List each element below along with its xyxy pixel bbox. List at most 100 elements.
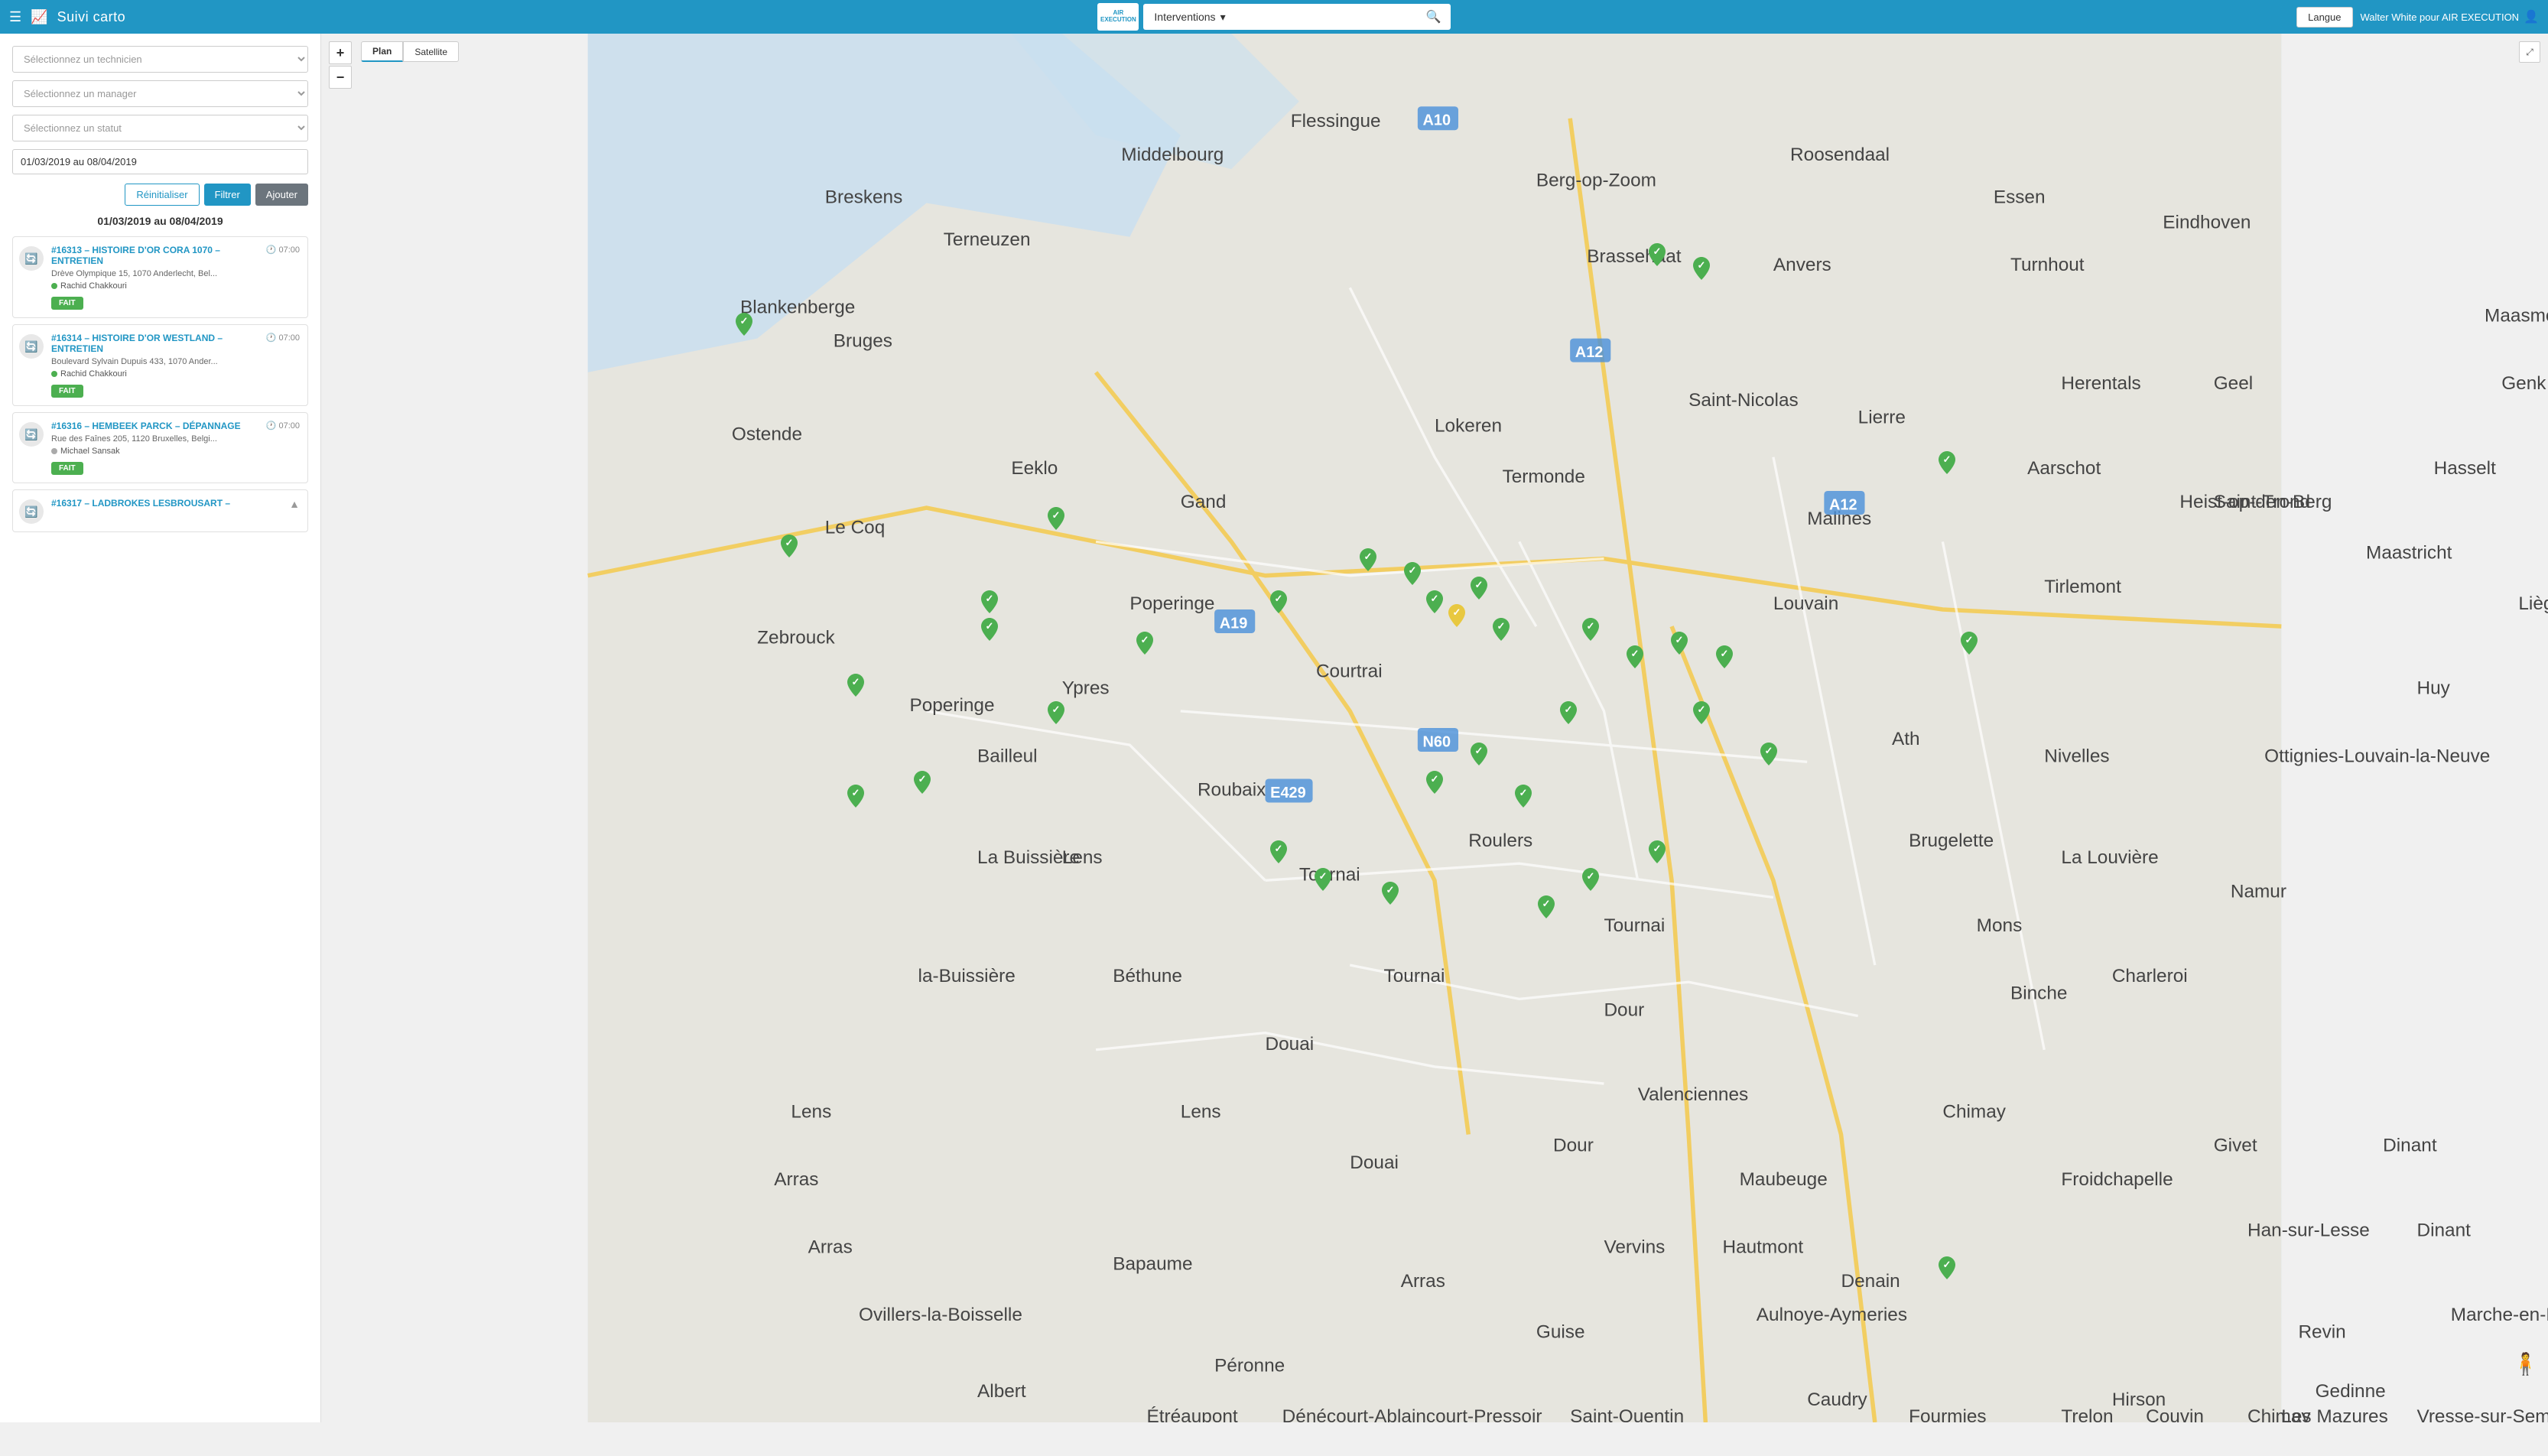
zoom-in-button[interactable]: +	[329, 41, 352, 64]
add-button[interactable]: Ajouter	[255, 184, 308, 206]
svg-text:Blankenberge: Blankenberge	[740, 297, 855, 317]
filter-button[interactable]: Filtrer	[204, 184, 251, 206]
map-pin[interactable]: ✓	[1426, 590, 1443, 617]
map-pin[interactable]: ✓	[1515, 785, 1532, 811]
map-pin[interactable]: ✓	[1961, 632, 1978, 658]
card-body: #16314 – HISTOIRE D'OR WESTLAND – ENTRET…	[51, 333, 300, 398]
svg-text:Tirlemont: Tirlemont	[2044, 577, 2121, 597]
map-pin[interactable]: ✓	[1136, 632, 1153, 658]
svg-text:Binche: Binche	[2010, 983, 2067, 1003]
svg-text:Lokeren: Lokeren	[1435, 415, 1502, 436]
table-row[interactable]: 🔄 #16316 – HEMBEEK PARCK – DÉPANNAGE 🕐 0…	[12, 412, 308, 483]
map-pin[interactable]: ✓	[1671, 632, 1688, 658]
user-icon: 👤	[2524, 9, 2539, 24]
svg-text:Middelbourg: Middelbourg	[1121, 145, 1224, 165]
map-pin[interactable]: ✓	[1939, 1256, 1955, 1283]
chart-icon[interactable]: 📈	[31, 9, 47, 25]
map-pin[interactable]: ✓	[847, 674, 864, 700]
svg-text:Han-sur-Lesse: Han-sur-Lesse	[2247, 1220, 2370, 1240]
hamburger-icon[interactable]: ☰	[9, 9, 21, 25]
table-row[interactable]: 🔄 #16317 – LADBROKES LESBROUSART – ▲	[12, 489, 308, 532]
map-pin[interactable]: ✓	[1693, 701, 1710, 728]
svg-text:Saint-Quentin: Saint-Quentin	[1570, 1406, 1684, 1422]
svg-text:la-Buissière: la-Buissière	[918, 966, 1016, 986]
svg-text:Lierre: Lierre	[1858, 407, 1906, 427]
map-pin[interactable]: ✓	[1048, 701, 1064, 728]
user-info: Walter White pour AIR EXECUTION 👤	[2361, 9, 2540, 24]
map-pin[interactable]: ✓	[1716, 645, 1733, 672]
map-pin[interactable]: ✓	[981, 590, 998, 617]
map-pin[interactable]: ✓	[1560, 701, 1577, 728]
map-pin[interactable]: ✓	[1493, 618, 1510, 645]
map-pin[interactable]: ✓	[1471, 577, 1487, 603]
svg-text:Dinant: Dinant	[2416, 1220, 2471, 1240]
map-pin[interactable]: ✓	[1404, 562, 1421, 589]
svg-text:✓: ✓	[1052, 509, 1061, 521]
table-row[interactable]: 🔄 #16313 – HISTOIRE D'OR CORA 1070 – ENT…	[12, 236, 308, 318]
satellite-view-button[interactable]: Satellite	[403, 41, 459, 62]
map-pin[interactable]: ✓	[981, 618, 998, 645]
svg-text:Berg-op-Zoom: Berg-op-Zoom	[1536, 170, 1656, 190]
card-time: 🕐 07:00	[266, 333, 300, 343]
svg-text:Geel: Geel	[2214, 373, 2253, 394]
manager-select[interactable]: Sélectionnez un manager	[12, 80, 308, 107]
svg-text:Tournai: Tournai	[1384, 966, 1445, 986]
map-pin[interactable]: ✓	[1582, 618, 1599, 645]
sync-icon: 🔄	[19, 422, 44, 447]
map-pin[interactable]: ✓	[736, 313, 752, 340]
card-title: #16317 – LADBROKES LESBROUSART –	[51, 498, 230, 509]
statut-select[interactable]: Sélectionnez un statut	[12, 115, 308, 141]
reinit-button[interactable]: Réinitialiser	[125, 184, 199, 206]
svg-text:Givet: Givet	[2214, 1136, 2257, 1156]
map-pin[interactable]: ✓	[781, 535, 798, 561]
svg-text:Lens: Lens	[1181, 1101, 1221, 1122]
map-pin[interactable]: ✓	[1360, 548, 1376, 575]
map-pin[interactable]: ✓	[1538, 895, 1555, 922]
map-pin[interactable]: ✓	[1649, 840, 1666, 867]
map-pin[interactable]: ✓	[1760, 743, 1777, 769]
map-pin[interactable]: ✓	[1270, 840, 1287, 867]
interventions-dropdown-btn[interactable]: Interventions ▾	[1143, 4, 1236, 30]
card-address: Rue des Faînes 205, 1120 Bruxelles, Belg…	[51, 434, 300, 444]
search-input[interactable]	[1243, 11, 1426, 23]
sync-icon: 🔄	[19, 246, 44, 271]
map-pin[interactable]: ✓	[1382, 882, 1399, 908]
zoom-out-button[interactable]: −	[329, 66, 352, 89]
map-pin[interactable]: ✓	[1315, 868, 1331, 895]
map-pin[interactable]: ✓	[1649, 243, 1666, 270]
map-pin[interactable]: ✓	[1471, 743, 1487, 769]
technician-select[interactable]: Sélectionnez un technicien	[12, 46, 308, 73]
svg-text:Gedinne: Gedinne	[2316, 1381, 2386, 1402]
card-title: #16316 – HEMBEEK PARCK – DÉPANNAGE	[51, 421, 241, 431]
map-pin[interactable]: ✓	[1939, 451, 1955, 478]
map-pin[interactable]: ✓	[914, 771, 931, 798]
svg-text:Liège: Liège	[2518, 593, 2548, 614]
expand-map-button[interactable]: ⤢	[2519, 41, 2540, 63]
map-pin[interactable]: ✓	[847, 785, 864, 811]
map-pin[interactable]: ✓	[1448, 604, 1465, 631]
date-filter-group	[12, 149, 308, 174]
pegman-icon[interactable]: 🧍	[2512, 1351, 2539, 1376]
plan-view-button[interactable]: Plan	[361, 41, 403, 62]
svg-text:✓: ✓	[1431, 773, 1439, 785]
card-title: #16314 – HISTOIRE D'OR WESTLAND – ENTRET…	[51, 333, 266, 354]
card-time: 🕐 07:00	[266, 421, 300, 431]
map-pin[interactable]: ✓	[1270, 590, 1287, 617]
langue-button[interactable]: Langue	[2296, 7, 2352, 28]
svg-text:Lens: Lens	[791, 1101, 831, 1122]
svg-text:✓: ✓	[1542, 898, 1550, 909]
svg-text:✓: ✓	[851, 676, 860, 687]
svg-text:Dour: Dour	[1604, 999, 1644, 1020]
map-pin[interactable]: ✓	[1582, 868, 1599, 895]
map-pin[interactable]: ✓	[1426, 771, 1443, 798]
svg-text:Hirson: Hirson	[2112, 1389, 2166, 1410]
search-button[interactable]: 🔍	[1426, 9, 1441, 24]
svg-text:✓: ✓	[1720, 648, 1728, 659]
map-pin[interactable]: ✓	[1693, 257, 1710, 284]
svg-text:✓: ✓	[1965, 634, 1973, 645]
card-address: Boulevard Sylvain Dupuis 433, 1070 Ander…	[51, 357, 300, 366]
map-pin[interactable]: ✓	[1627, 645, 1643, 672]
date-range-input[interactable]	[12, 149, 308, 174]
table-row[interactable]: 🔄 #16314 – HISTOIRE D'OR WESTLAND – ENTR…	[12, 324, 308, 406]
map-pin[interactable]: ✓	[1048, 507, 1064, 534]
